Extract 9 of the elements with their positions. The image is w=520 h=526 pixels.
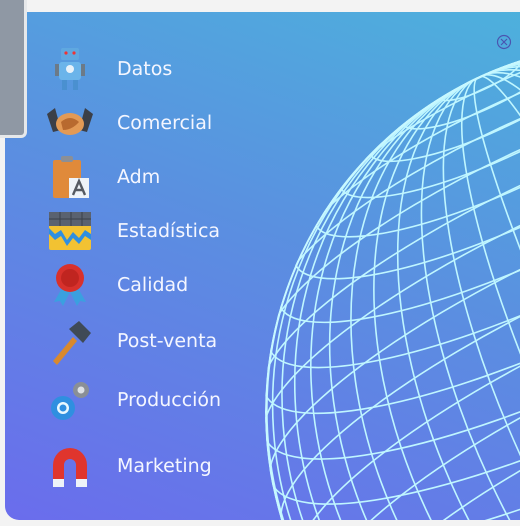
menu-item[interactable]: Marketing [45,430,212,502]
menu-item[interactable]: Post-venta [45,312,218,371]
menu-item[interactable]: Estadística [45,204,220,258]
menu-item[interactable]: Producción [45,371,222,430]
menu-item[interactable]: Datos [45,42,172,96]
menu-item[interactable]: Comercial [45,96,212,150]
close-icon[interactable] [496,34,512,50]
menu-item[interactable]: Adm [45,150,160,204]
menu-item[interactable]: Calidad [45,258,188,312]
